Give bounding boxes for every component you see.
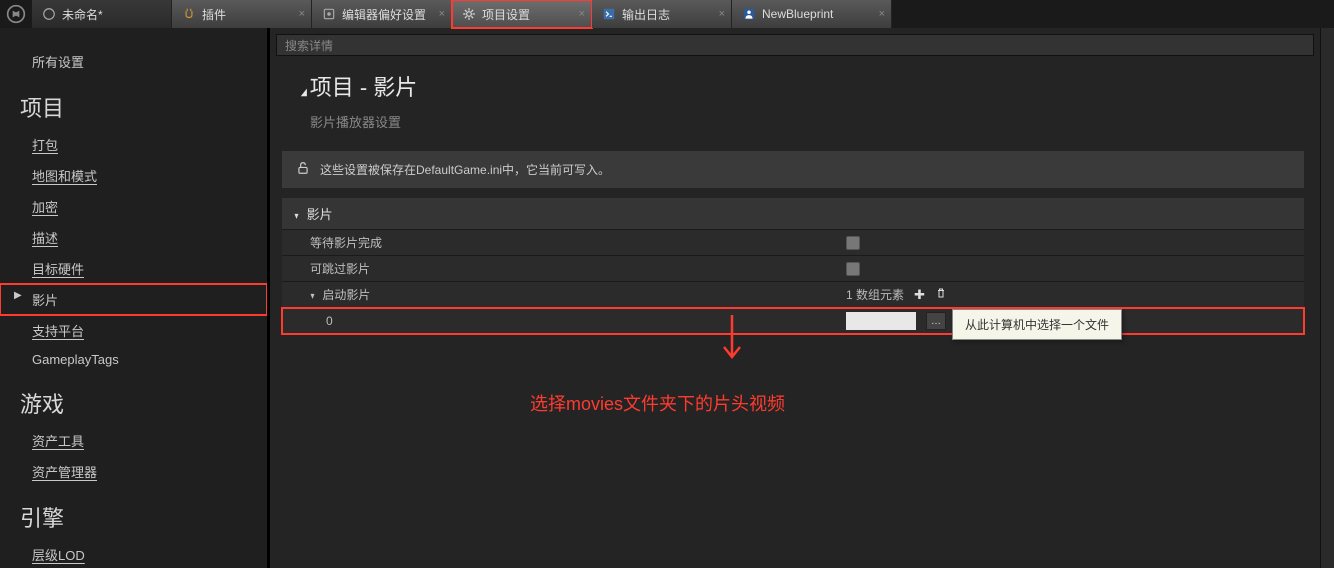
prop-skippable-movies: 可跳过影片 <box>282 256 1304 282</box>
array-count: 1 数组元素 <box>846 286 904 303</box>
add-element-button[interactable]: ✚ <box>914 287 925 303</box>
sidebar-item-hlod[interactable]: 层级LOD <box>0 539 267 568</box>
close-icon[interactable]: × <box>879 8 885 20</box>
collapse-icon[interactable]: ▾ <box>295 211 299 222</box>
prop-label: 等待影片完成 <box>282 230 838 255</box>
tab-output-log[interactable]: 输出日志 × <box>592 0 732 28</box>
sidebar-category-game: 游戏 <box>0 373 267 425</box>
sidebar-item-packaging[interactable]: 打包 <box>0 129 267 160</box>
close-icon[interactable]: × <box>579 8 585 20</box>
sidebar-item-asset-tools[interactable]: 资产工具 <box>0 425 267 456</box>
tab-label: NewBlueprint <box>762 7 833 21</box>
tab-editor-prefs[interactable]: 编辑器偏好设置 × <box>312 0 452 28</box>
browse-tooltip: 从此计算机中选择一个文件 <box>952 309 1122 340</box>
ue-map-icon <box>42 7 56 21</box>
page-header: ◢项目 - 影片 影片播放器设置 <box>270 56 1320 145</box>
search-input[interactable]: 搜索详情 <box>276 34 1314 56</box>
annotation-arrow-icon <box>720 315 744 373</box>
prop-startup-movies: ▾ 启动影片 1 数组元素 ✚ <box>282 282 1304 308</box>
prop-label: ▾ 启动影片 <box>282 282 838 307</box>
prop-label: 可跳过影片 <box>282 256 838 281</box>
banner-text: 这些设置被保存在DefaultGame.ini中，它当前可写入。 <box>320 161 610 178</box>
browse-file-button[interactable]: … <box>926 312 946 330</box>
tab-label: 编辑器偏好设置 <box>342 6 426 23</box>
section-header-movies[interactable]: ▾ 影片 <box>282 198 1304 230</box>
clear-array-button[interactable] <box>935 287 947 302</box>
expand-icon[interactable]: ▾ <box>311 291 315 302</box>
prefs-icon <box>322 7 336 21</box>
close-icon[interactable]: × <box>299 8 305 20</box>
config-writable-banner: 这些设置被保存在DefaultGame.ini中，它当前可写入。 <box>282 151 1304 188</box>
tab-label: 插件 <box>202 6 226 23</box>
sidebar-item-encryption[interactable]: 加密 <box>0 191 267 222</box>
tab-label: 未命名* <box>62 6 103 23</box>
settings-content: 搜索详情 ◢项目 - 影片 影片播放器设置 这些设置被保存在DefaultGam… <box>268 28 1320 568</box>
sidebar-category-project: 项目 <box>0 77 267 129</box>
sidebar-item-description[interactable]: 描述 <box>0 222 267 253</box>
main-area: 所有设置 项目 打包 地图和模式 加密 描述 目标硬件 影片 支持平台 Game… <box>0 28 1334 568</box>
tab-plugins[interactable]: 插件 × <box>172 0 312 28</box>
sidebar-item-supported-platforms[interactable]: 支持平台 <box>0 315 267 346</box>
search-placeholder: 搜索详情 <box>285 37 333 54</box>
close-icon[interactable]: × <box>439 8 445 20</box>
sidebar-item-maps-modes[interactable]: 地图和模式 <box>0 160 267 191</box>
plug-icon <box>182 7 196 21</box>
sidebar-all-settings[interactable]: 所有设置 <box>0 46 267 77</box>
sidebar-item-asset-manager[interactable]: 资产管理器 <box>0 456 267 487</box>
checkbox-skip[interactable] <box>846 262 860 276</box>
log-icon <box>602 7 616 21</box>
checkbox-wait[interactable] <box>846 236 860 250</box>
tab-label: 项目设置 <box>482 6 530 23</box>
sidebar-item-target-hardware[interactable]: 目标硬件 <box>0 253 267 284</box>
tab-bar: 未命名* 插件 × 编辑器偏好设置 × 项目设置 × 输出日志 × NewBlu… <box>0 0 1334 28</box>
tab-project-settings[interactable]: 项目设置 × <box>452 0 592 28</box>
sidebar-category-engine: 引擎 <box>0 487 267 539</box>
prop-wait-for-movies: 等待影片完成 <box>282 230 1304 256</box>
gear-icon <box>462 7 476 21</box>
annotation-text: 选择movies文件夹下的片头视频 <box>530 390 785 416</box>
movies-section: ▾ 影片 等待影片完成 可跳过影片 ▾ 启动影片 <box>282 198 1304 334</box>
unlock-icon <box>296 161 310 178</box>
sidebar-item-movies[interactable]: 影片 <box>0 284 267 315</box>
sidebar-item-gameplay-tags[interactable]: GameplayTags <box>0 346 267 373</box>
page-subtitle: 影片播放器设置 <box>300 102 1320 141</box>
close-icon[interactable]: × <box>719 8 725 20</box>
settings-sidebar: 所有设置 项目 打包 地图和模式 加密 描述 目标硬件 影片 支持平台 Game… <box>0 28 268 568</box>
collapse-icon[interactable]: ◢ <box>301 87 307 98</box>
array-element-0: 0 … ▾ <box>282 308 1304 334</box>
blueprint-icon <box>742 7 756 21</box>
movie-path-input[interactable] <box>846 312 916 330</box>
tab-label: 输出日志 <box>622 6 670 23</box>
scrollbar[interactable] <box>1320 28 1334 568</box>
ue-logo-icon <box>0 0 32 28</box>
tab-blueprint[interactable]: NewBlueprint × <box>732 0 892 28</box>
array-index-label: 0 <box>282 314 838 328</box>
tab-unnamed[interactable]: 未命名* <box>32 0 172 28</box>
page-title: ◢项目 - 影片 <box>300 70 1320 102</box>
